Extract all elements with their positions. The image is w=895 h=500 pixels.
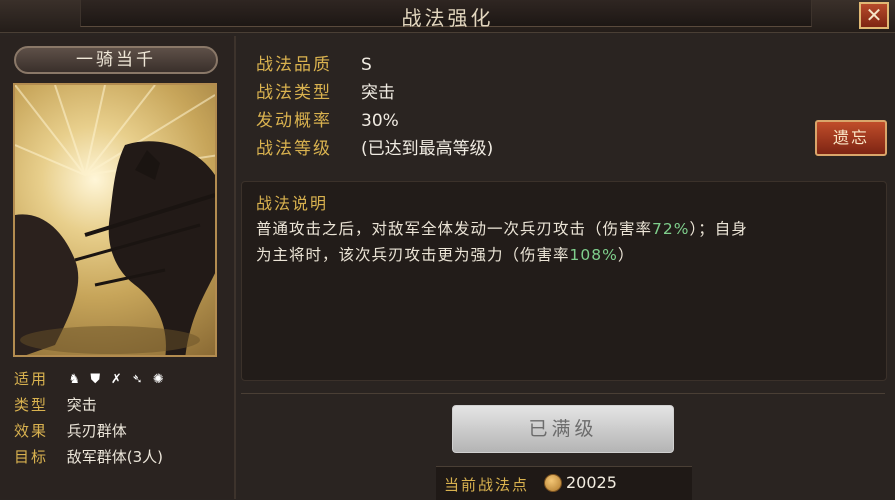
info-key: 类型: [14, 396, 49, 414]
close-button[interactable]: ✕: [859, 2, 889, 29]
shield-icon: ⛊: [90, 372, 101, 387]
desc-line1-b: ）；自身: [689, 220, 748, 238]
description-title: 战法说明: [256, 194, 329, 213]
attr-key: 战法类型: [256, 83, 332, 103]
info-row-type: 类型 突击: [14, 394, 97, 416]
attr-value: 突击: [361, 83, 395, 103]
attr-value: S: [361, 55, 372, 75]
attr-row-level: 战法等级 (已达到最高等级): [256, 137, 493, 161]
description-text: 普通攻击之后，对敌军全体发动一次兵刃攻击（伤害率72%）；自身 为主将时，该次兵…: [256, 216, 872, 268]
cavalry-icon: ♞: [68, 372, 81, 387]
info-row-applicable: 适用 ♞ ⛊ ✗ ➴ ✺: [14, 368, 166, 390]
attr-row-quality: 战法品质 S: [256, 53, 372, 77]
skill-points-bar: 当前战法点 20025: [436, 466, 692, 500]
info-key: 适用: [14, 370, 49, 388]
forget-button[interactable]: 遗忘: [815, 120, 887, 156]
archer-icon: ✗: [110, 372, 122, 387]
horizontal-divider: [241, 393, 885, 394]
spear-icon: ➴: [131, 372, 143, 387]
attr-row-probability: 发动概率 30%: [256, 109, 399, 133]
panel-divider: [234, 36, 236, 499]
desc-line1-a: 普通攻击之后，对敌军全体发动一次兵刃攻击（伤害率: [256, 220, 653, 238]
info-row-target: 目标 敌军群体(3人): [14, 446, 163, 468]
description-box: 战法说明 普通攻击之后，对敌军全体发动一次兵刃攻击（伤害率72%）；自身 为主将…: [241, 181, 887, 381]
attr-value: (已达到最高等级): [361, 139, 494, 159]
attr-value: 30%: [361, 111, 399, 131]
enhanced-damage-rate-value: 108%: [569, 246, 618, 264]
points-value: 20025: [566, 473, 617, 492]
skill-artwork: [13, 83, 217, 357]
points-label: 当前战法点: [444, 476, 530, 494]
info-key: 目标: [14, 448, 49, 466]
attr-key: 战法等级: [256, 139, 332, 159]
info-value: 兵刃群体: [66, 422, 127, 440]
info-row-effect: 效果 兵刃群体: [14, 420, 127, 442]
siege-wheel-icon: ✺: [152, 372, 164, 387]
max-level-button[interactable]: 已满级: [452, 405, 674, 453]
attr-key: 发动概率: [256, 111, 332, 131]
info-key: 效果: [14, 422, 49, 440]
desc-line2-a: 为主将时，该次兵刃攻击更为强力（伤害率: [256, 246, 570, 264]
coin-icon: [544, 474, 562, 492]
cavalry-charge-illustration: [15, 85, 215, 355]
title-bar: 战法强化: [0, 0, 895, 33]
damage-rate-value: 72%: [652, 220, 690, 238]
attr-key: 战法品质: [256, 55, 332, 75]
skill-name: 一骑当千: [14, 46, 218, 74]
info-value: 敌军群体(3人): [66, 448, 164, 466]
window-title: 战法强化: [401, 6, 494, 30]
info-value: 突击: [66, 396, 97, 414]
attr-row-type: 战法类型 突击: [256, 81, 395, 105]
desc-line2-b: ）: [617, 246, 635, 264]
unit-type-icons: ♞ ⛊ ✗ ➴ ✺: [67, 372, 166, 387]
